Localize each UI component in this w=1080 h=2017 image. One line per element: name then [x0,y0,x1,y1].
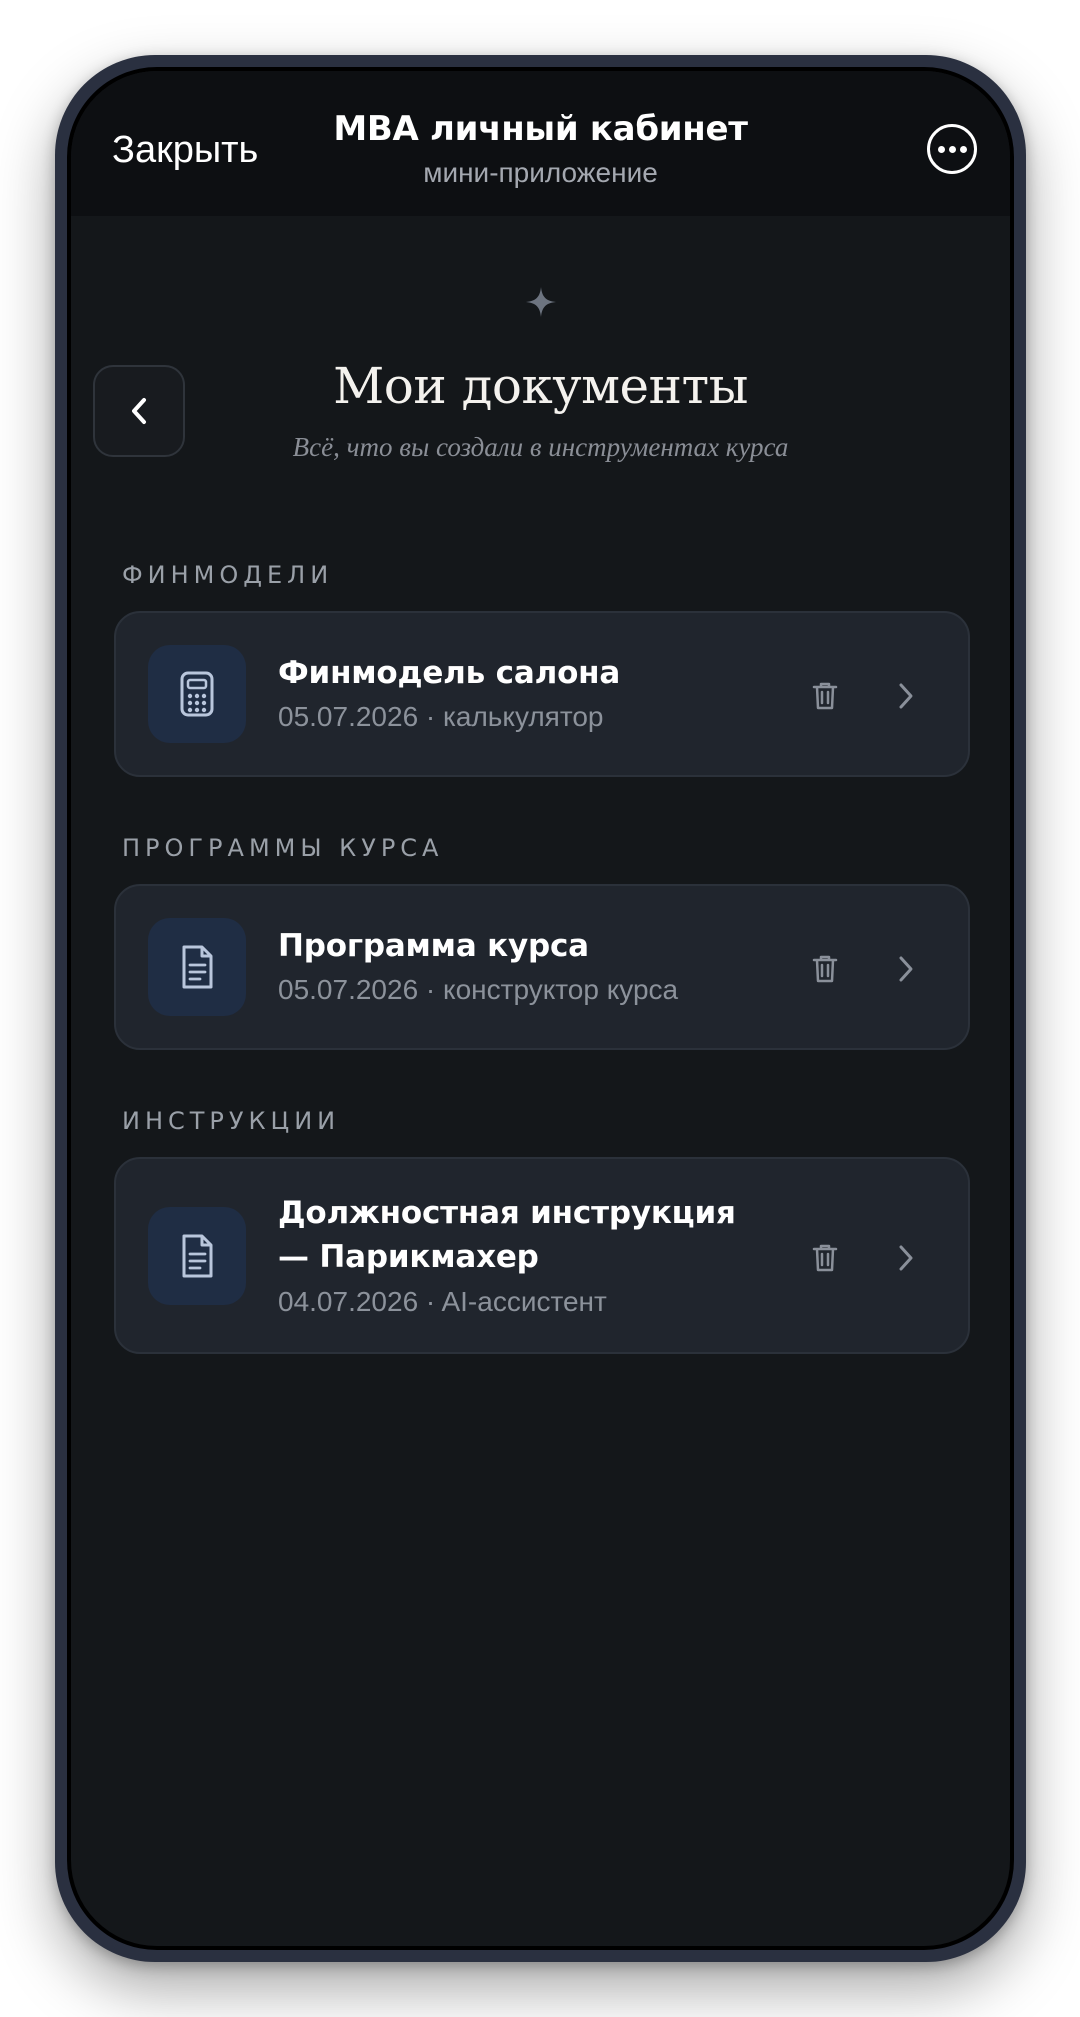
calculator-icon [148,645,246,743]
app-screen: Закрыть MBA личный кабинет мини-приложен… [71,71,1010,1946]
page-subtitle: Всё, что вы создали в инструментах курса [292,432,789,462]
page-title: Мои документы [333,357,748,415]
document-title: Программа курса [278,928,589,964]
document-card-course-program[interactable]: Программа курса 05.07.2026 · конструктор… [114,884,970,1050]
chevron-right-icon[interactable] [896,954,916,984]
phone-frame: Закрыть MBA личный кабинет мини-приложен… [55,55,1026,1962]
document-meta: 04.07.2026 · AI-ассистент [278,1286,607,1317]
app-subtitle: мини-приложение [423,157,658,188]
section-label-instructions: ИНСТРУКЦИИ [122,1107,341,1135]
trash-icon[interactable] [810,680,840,712]
document-meta: 05.07.2026 · конструктор курса [278,974,679,1005]
section-label-finmodels: ФИНМОДЕЛИ [122,561,334,589]
document-title: Финмодель салона [278,655,621,691]
document-title-line2: — Парикмахер [278,1239,539,1275]
trash-icon[interactable] [810,953,840,985]
document-icon [148,1207,246,1305]
document-title: Должностная инструкция — Парикмахер [278,1191,736,1279]
trash-icon[interactable] [810,1242,840,1274]
phone-bezel: Закрыть MBA личный кабинет мини-приложен… [67,67,1014,1950]
document-icon [148,918,246,1016]
document-title-line1: Должностная инструкция [278,1195,736,1231]
document-card-job-instruction[interactable]: Должностная инструкция — Парикмахер 04.0… [114,1157,970,1354]
mini-app-header: Закрыть MBA личный кабинет мини-приложен… [71,71,1010,216]
document-card-finmodel[interactable]: Финмодель салона 05.07.2026 · калькулято… [114,611,970,777]
section-label-course-programs: ПРОГРАММЫ КУРСА [122,834,444,862]
chevron-right-icon[interactable] [896,681,916,711]
app-title: MBA личный кабинет [333,109,748,149]
chevron-right-icon[interactable] [896,1243,916,1273]
document-meta: 05.07.2026 · калькулятор [278,701,604,732]
sparkle-icon [71,285,1010,319]
more-options-icon[interactable] [927,124,977,174]
